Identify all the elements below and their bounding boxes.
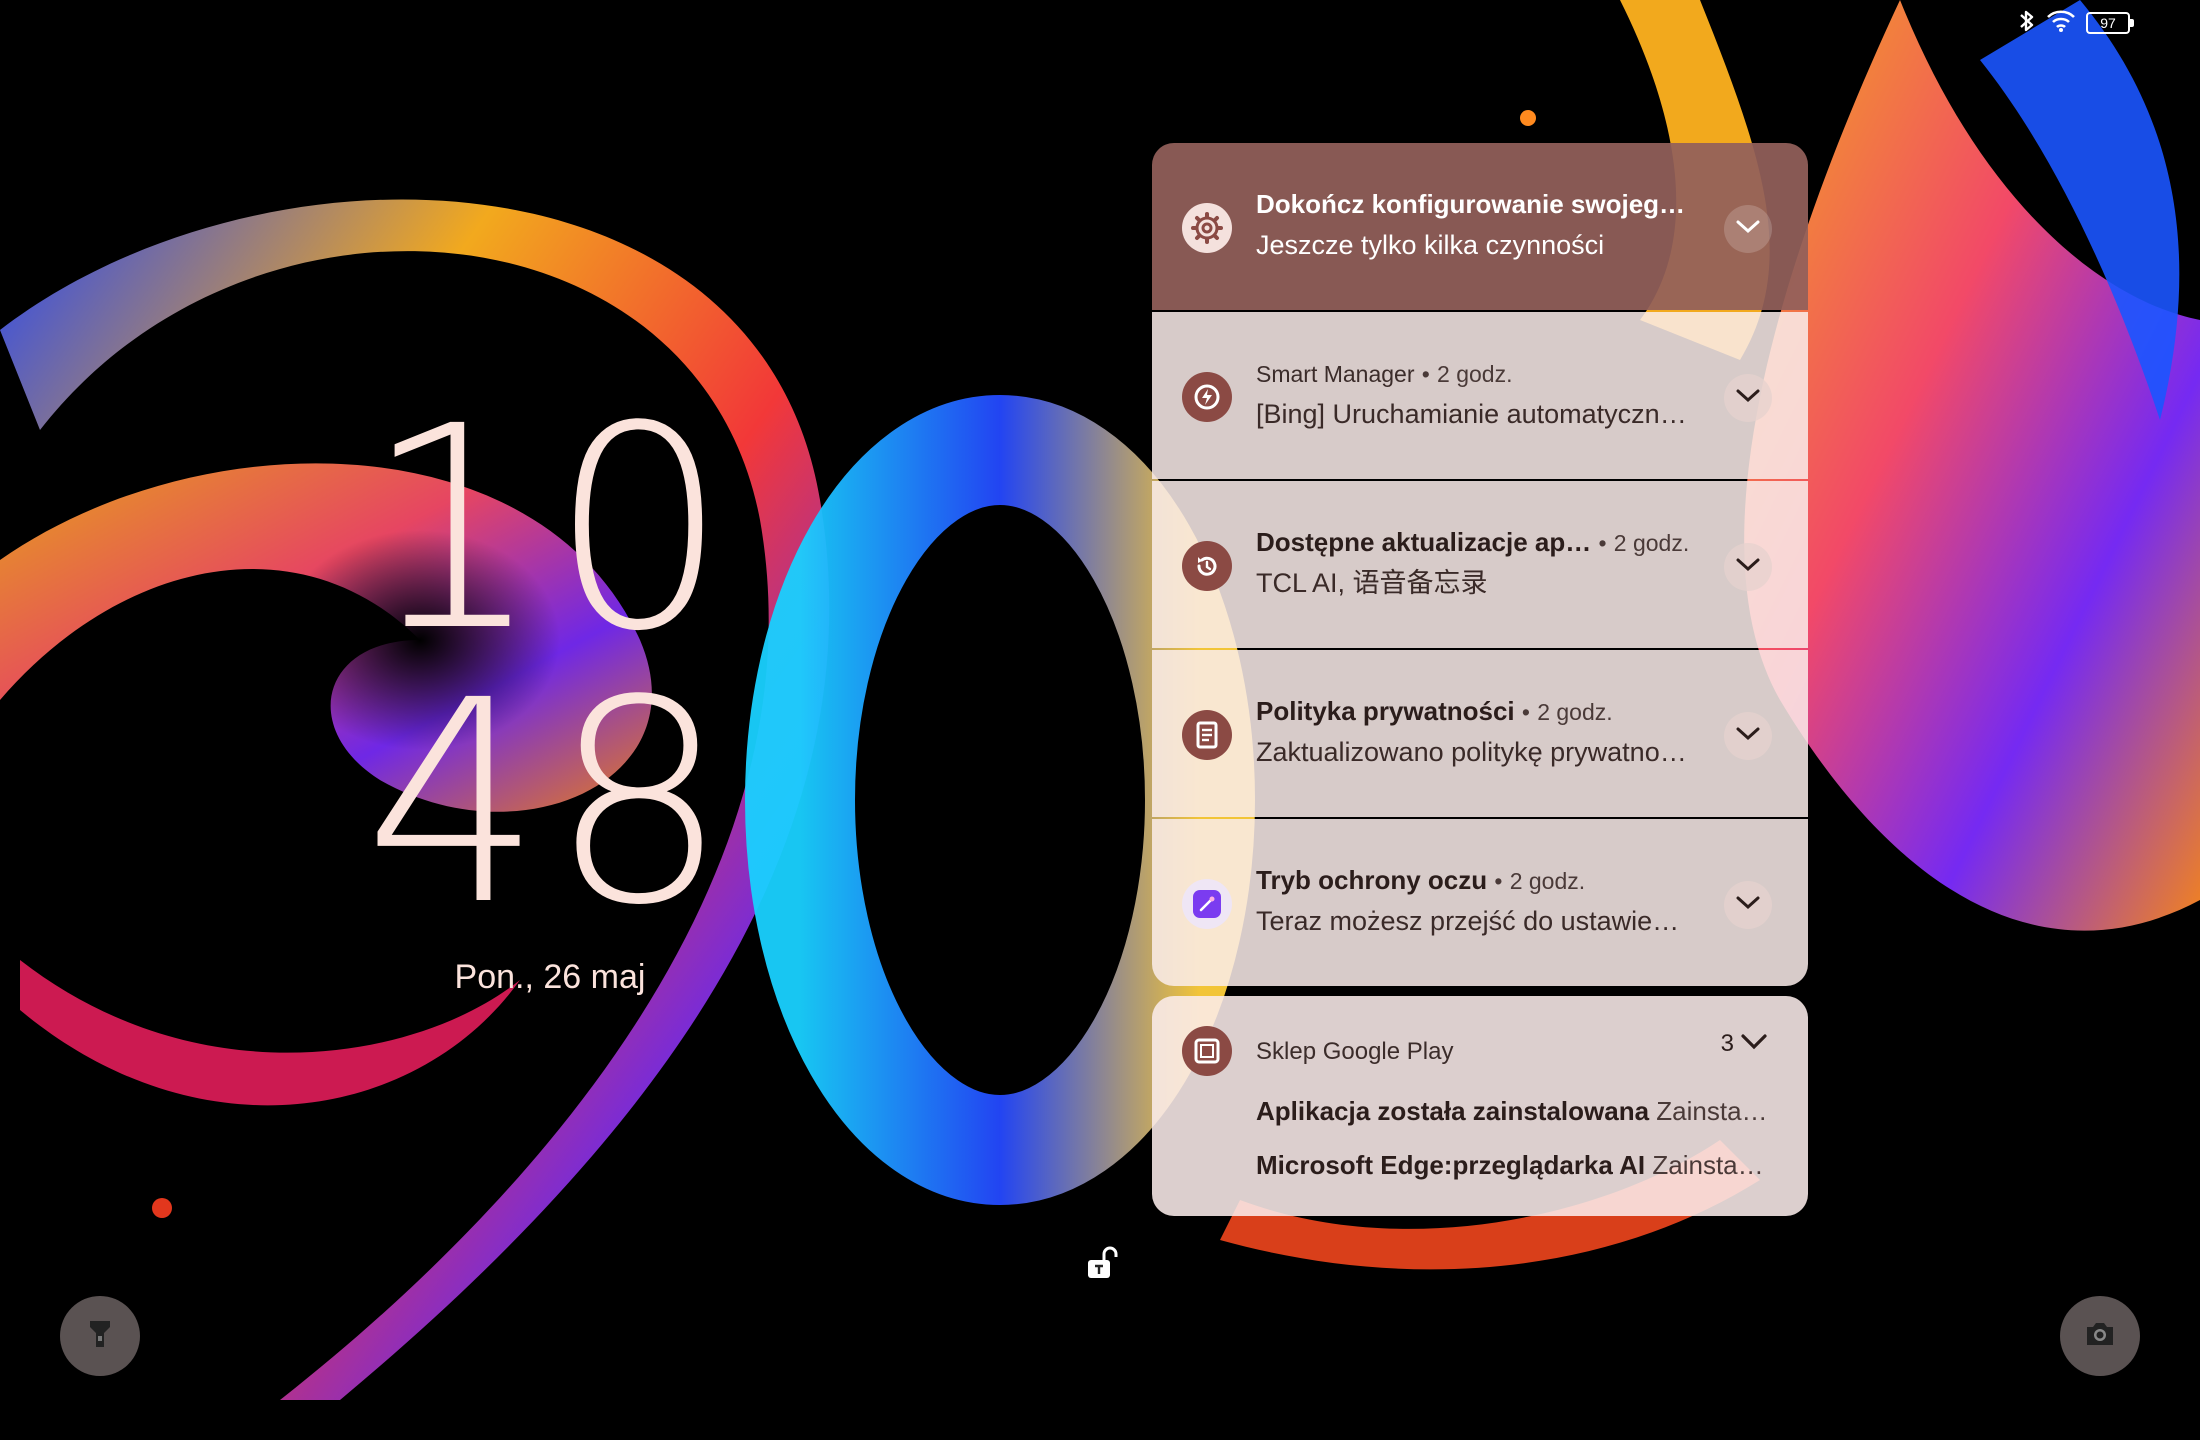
notification-body: Jeszcze tylko kilka czynności: [1256, 230, 1605, 260]
smart-manager-icon: [1182, 372, 1232, 422]
clock: 10 48: [360, 367, 740, 967]
notification-separator: •: [1494, 868, 1503, 894]
notification-group-play-store[interactable]: Sklep Google Play 3 Aplikacja została za…: [1152, 996, 1808, 1216]
wallpaper: [0, 0, 2200, 1440]
group-app-name: Sklep Google Play: [1256, 1038, 1454, 1065]
bluetooth-icon: [2018, 8, 2036, 39]
notification-app-name: Smart Manager: [1256, 361, 1415, 387]
camera-button[interactable]: [2060, 1296, 2140, 1376]
chevron-down-icon: [1735, 388, 1761, 409]
notification-body: Teraz możesz przejść do ustawie…: [1256, 906, 1680, 936]
notification-separator: •: [1598, 530, 1607, 556]
clock-minutes: 48: [363, 641, 737, 967]
clock-hours: 10: [363, 367, 737, 693]
notification-body: [Bing] Uruchamianie automatyczn…: [1256, 399, 1687, 429]
expand-button[interactable]: [1724, 543, 1772, 591]
chevron-down-icon: [1740, 1030, 1768, 1058]
notification-app-updates[interactable]: Dostępne aktualizacje ap… • 2 godz. TCL …: [1152, 481, 1808, 648]
expand-button[interactable]: [1724, 374, 1772, 422]
notification-time: 2 godz.: [1509, 868, 1586, 894]
flashlight-button[interactable]: [60, 1296, 140, 1376]
chevron-down-icon: [1735, 895, 1761, 916]
notification-separator: •: [1421, 361, 1430, 387]
notification-stack: Dokończ konfigurowanie swojeg… Jeszcze t…: [1152, 143, 1808, 988]
group-item-body: Zainsta…: [1652, 1150, 1764, 1180]
group-item-title: Microsoft Edge:przeglądarka AI: [1256, 1150, 1646, 1180]
flashlight-icon: [85, 1317, 115, 1356]
group-expand-button[interactable]: 3: [1721, 1030, 1768, 1058]
group-item[interactable]: Aplikacja została zainstalowana Zainsta…: [1256, 1096, 1776, 1127]
group-item-body: Zainsta…: [1656, 1096, 1768, 1126]
chevron-down-icon: [1735, 557, 1761, 578]
notification-title: Dostępne aktualizacje ap…: [1256, 527, 1592, 557]
camera-icon: [2083, 1319, 2117, 1354]
notification-privacy-policy[interactable]: Polityka prywatności • 2 godz. Zaktualiz…: [1152, 650, 1808, 817]
battery-level: 97: [2100, 15, 2116, 31]
status-bar: 97: [2018, 8, 2134, 39]
chevron-down-icon: [1735, 726, 1761, 747]
gear-icon: [1182, 203, 1232, 253]
notification-setup[interactable]: Dokończ konfigurowanie swojeg… Jeszcze t…: [1152, 143, 1808, 310]
group-item-title: Aplikacja została zainstalowana: [1256, 1096, 1650, 1126]
clock-date: Pon., 26 maj: [454, 958, 646, 996]
battery-icon: 97: [2086, 12, 2134, 34]
expand-button[interactable]: [1724, 881, 1772, 929]
update-icon: [1182, 541, 1232, 591]
notification-title: Polityka prywatności: [1256, 696, 1515, 726]
notification-body: TCL AI, 语音备忘录: [1256, 568, 1488, 598]
notification-smart-manager[interactable]: Smart Manager • 2 godz. [Bing] Uruchamia…: [1152, 312, 1808, 479]
notification-title: Dokończ konfigurowanie swojeg…: [1256, 189, 1686, 219]
unlock-icon[interactable]: [1082, 1244, 1122, 1289]
lock-screen: 97 10 48 Pon., 26 maj Dokończ konfigurow…: [0, 0, 2200, 1440]
wifi-icon: [2046, 9, 2076, 38]
group-count: 3: [1720, 1030, 1734, 1057]
eye-protection-icon: [1182, 879, 1232, 929]
chevron-down-icon: [1735, 219, 1761, 240]
notification-time: 2 godz.: [1437, 361, 1513, 387]
notification-time: 2 godz.: [1537, 699, 1613, 725]
notification-time: 2 godz.: [1613, 530, 1690, 556]
expand-button[interactable]: [1724, 205, 1772, 253]
notification-eye-protection[interactable]: Tryb ochrony oczu • 2 godz. Teraz możesz…: [1152, 819, 1808, 986]
google-play-store-icon: [1182, 1026, 1232, 1076]
expand-button[interactable]: [1724, 712, 1772, 760]
notification-title: Tryb ochrony oczu: [1256, 865, 1488, 895]
privacy-document-icon: [1182, 710, 1232, 760]
notification-separator: •: [1521, 699, 1530, 725]
group-item[interactable]: Microsoft Edge:przeglądarka AI Zainsta…: [1256, 1150, 1776, 1181]
notification-body: Zaktualizowano politykę prywatno…: [1256, 737, 1687, 767]
